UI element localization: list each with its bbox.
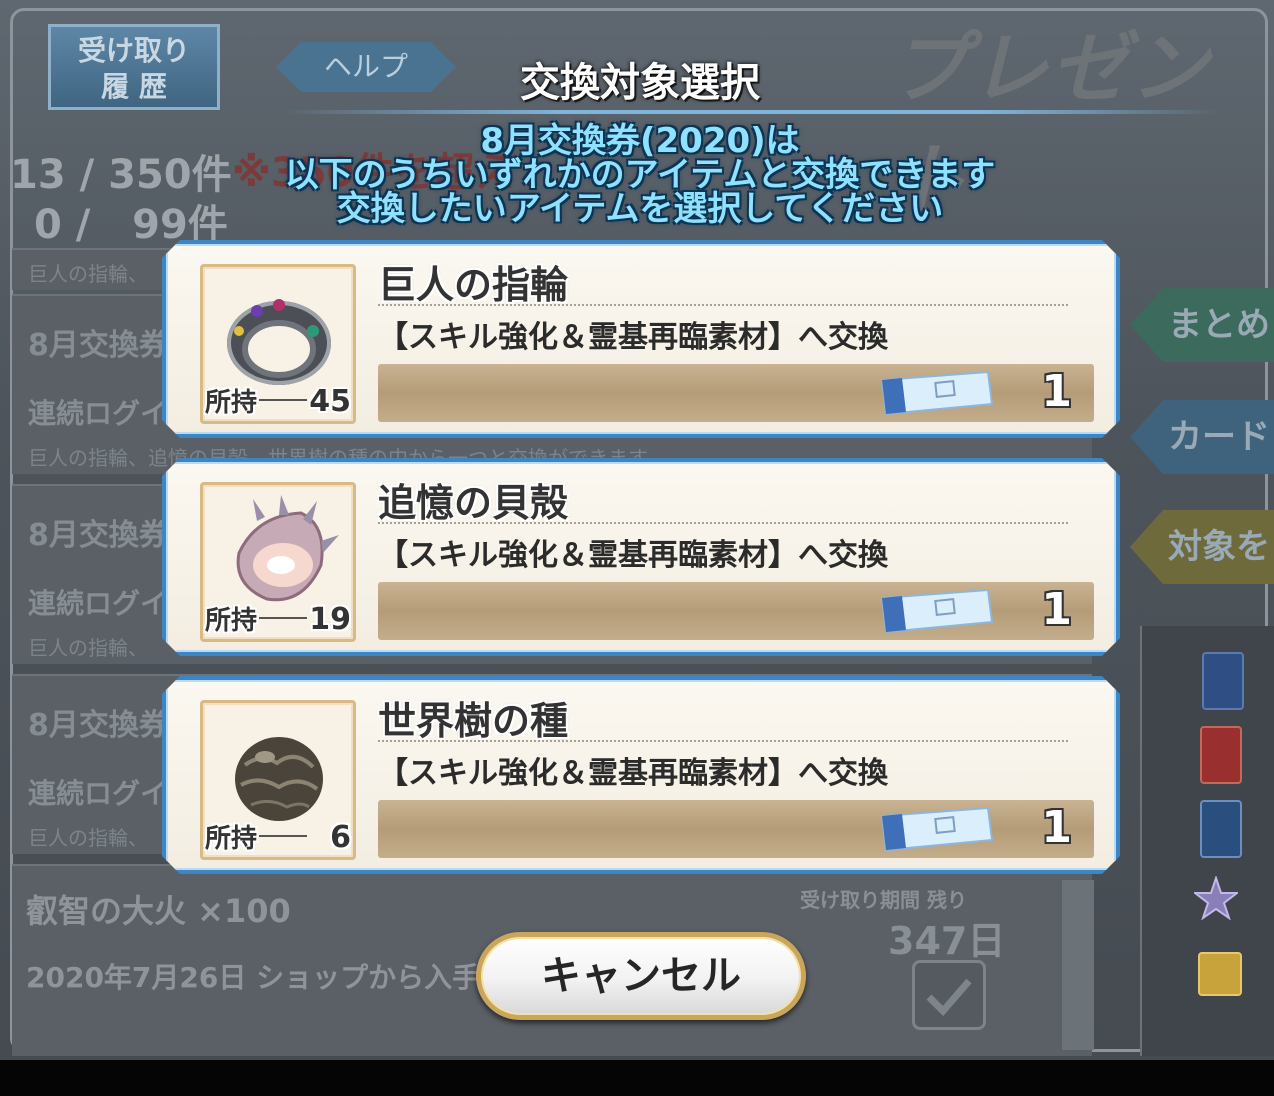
receive-history-button[interactable]: 受け取り 履 歴 [48,24,220,110]
history-label-line2: 履 歴 [101,70,167,103]
game-screen: 受け取り 履 歴 ヘルプ プレゼント 13 / 350件 ※350件を超え 0 … [0,0,1274,1060]
help-button[interactable]: ヘルプ [276,42,456,92]
row-sub: 連続ログイ [28,587,169,620]
dotted-divider [378,740,1068,742]
header-divider [280,110,1220,114]
item-name: 世界樹の種 [378,699,569,743]
row-title: 8月交換券 [28,518,169,553]
dotted-divider [378,304,1068,306]
row-desc: 巨人の指輪、 [28,262,148,286]
cost-bar: 1 [378,364,1094,422]
list-scrollbar[interactable] [1062,880,1094,1050]
row-sub: 連続ログイ [28,777,169,810]
exchange-desc: 【スキル強化＆霊基再臨素材】へ交換 [378,538,888,573]
cost-number: 1 [1041,584,1072,635]
exchange-option-memory-shell[interactable]: 所持 19 追憶の貝殻 【スキル強化＆霊基再臨素材】へ交換 1 [162,458,1120,656]
owned-label: 所持 [205,388,258,418]
owned-divider [259,835,307,837]
item-frame: 所持 6 [200,700,356,860]
owned-count: 19 [309,602,351,637]
owned-count: 45 [309,384,351,419]
exchange-desc: 【スキル強化＆霊基再臨素材】へ交換 [378,756,888,791]
star-icon[interactable] [1192,874,1240,921]
bg-item-date: 2020年7月26日 ショップから入手 [26,961,481,994]
select-checkbox[interactable] [912,960,986,1030]
exchange-ticket-icon [878,370,994,416]
row-desc: 巨人の指輪、 [28,636,148,660]
receive-period-label: 受け取り期間 残り [800,888,967,912]
craft-essence-card-icon[interactable] [1200,800,1242,858]
cost-number: 1 [1041,366,1072,417]
item-frame: 所持 45 [200,264,356,424]
cost-number: 1 [1041,802,1072,853]
history-label-line1: 受け取り [77,34,190,67]
row-sub: 連続ログイ [28,397,169,430]
item-name: 巨人の指輪 [378,263,569,307]
info-line-instruction: 交換したいアイテムを選択してください [336,189,944,229]
cancel-button[interactable]: キャンセル [476,932,806,1020]
row-desc: 巨人の指輪、 [28,826,148,850]
bottom-bar [0,1060,1274,1096]
item-frame: 所持 19 [200,482,356,642]
item-name: 追憶の貝殻 [378,481,569,525]
dotted-divider [378,522,1068,524]
exchange-ticket-icon [878,806,994,852]
exchange-option-world-tree-seed[interactable]: 所持 6 世界樹の種 【スキル強化＆霊基再臨素材】へ交換 1 [162,676,1120,874]
owned-label: 所持 [205,824,258,854]
category-strip [1140,626,1274,1056]
blue-card-icon[interactable] [1202,652,1244,710]
exchange-ticket-icon [878,588,994,634]
owned-count: 6 [330,820,351,855]
row-title: 8月交換券 [28,708,169,743]
row-title: 8月交換券 [28,328,169,363]
remaining-days: 347日 [888,919,1006,963]
cost-bar: 1 [378,582,1094,640]
cost-bar: 1 [378,800,1094,858]
gold-box-icon[interactable] [1198,952,1242,996]
exchange-option-giant-ring[interactable]: 所持 45 巨人の指輪 【スキル強化＆霊基再臨素材】へ交換 1 [162,240,1120,438]
modal-title: 交換対象選択 [520,60,760,106]
owned-divider [259,617,307,619]
owned-label: 所持 [205,606,258,636]
info-line-ticket: 8月交換券(2020)は [480,121,800,161]
exchange-desc: 【スキル強化＆霊基再臨素材】へ交換 [378,320,888,355]
bg-item-name: 叡智の大火 ×100 [26,892,291,930]
owned-divider [259,399,307,401]
info-line-options: 以下のうちいずれかのアイテムと交換できます [284,155,996,195]
red-card-icon[interactable] [1200,726,1242,784]
